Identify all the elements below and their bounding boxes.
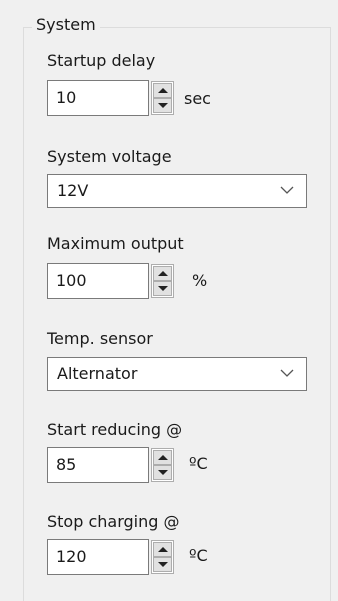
stop-charging-stepper[interactable] (151, 540, 174, 574)
start-reducing-label: Start reducing @ (47, 420, 183, 439)
temp-sensor-selected-value: Alternator (57, 364, 138, 383)
start-reducing-stepper[interactable] (151, 448, 174, 482)
settings-panel: System Startup delay 10 sec System volta… (0, 0, 338, 601)
start-reducing-unit: ºC (189, 454, 208, 473)
startup-delay-increment-button[interactable] (153, 83, 172, 98)
system-voltage-label: System voltage (47, 147, 172, 166)
arrow-down-icon (158, 562, 168, 567)
stop-charging-decrement-button[interactable] (153, 557, 172, 572)
arrow-down-icon (158, 470, 168, 475)
system-voltage-selected-value: 12V (57, 181, 89, 200)
temp-sensor-select[interactable]: Alternator (47, 357, 307, 391)
temp-sensor-label: Temp. sensor (47, 329, 153, 348)
start-reducing-decrement-button[interactable] (153, 465, 172, 480)
startup-delay-unit: sec (184, 89, 211, 108)
maximum-output-increment-button[interactable] (153, 266, 172, 281)
start-reducing-increment-button[interactable] (153, 450, 172, 465)
arrow-down-icon (158, 286, 168, 291)
startup-delay-input[interactable]: 10 (47, 80, 149, 116)
system-voltage-select[interactable]: 12V (47, 174, 307, 208)
startup-delay-decrement-button[interactable] (153, 98, 172, 113)
startup-delay-label: Startup delay (47, 51, 156, 70)
start-reducing-input[interactable]: 85 (47, 447, 149, 483)
arrow-up-icon (158, 455, 168, 460)
system-group-title: System (32, 14, 100, 36)
chevron-down-icon (280, 186, 294, 194)
stop-charging-increment-button[interactable] (153, 542, 172, 557)
stop-charging-label: Stop charging @ (47, 512, 180, 531)
maximum-output-unit: % (192, 271, 208, 290)
arrow-up-icon (158, 547, 168, 552)
stop-charging-unit: ºC (189, 546, 208, 565)
arrow-up-icon (158, 88, 168, 93)
stop-charging-input[interactable]: 120 (47, 539, 149, 575)
maximum-output-decrement-button[interactable] (153, 281, 172, 296)
maximum-output-stepper[interactable] (151, 264, 174, 298)
startup-delay-stepper[interactable] (151, 81, 174, 115)
maximum-output-label: Maximum output (47, 234, 184, 253)
maximum-output-input[interactable]: 100 (47, 263, 149, 299)
arrow-up-icon (158, 271, 168, 276)
arrow-down-icon (158, 103, 168, 108)
chevron-down-icon (280, 369, 294, 377)
